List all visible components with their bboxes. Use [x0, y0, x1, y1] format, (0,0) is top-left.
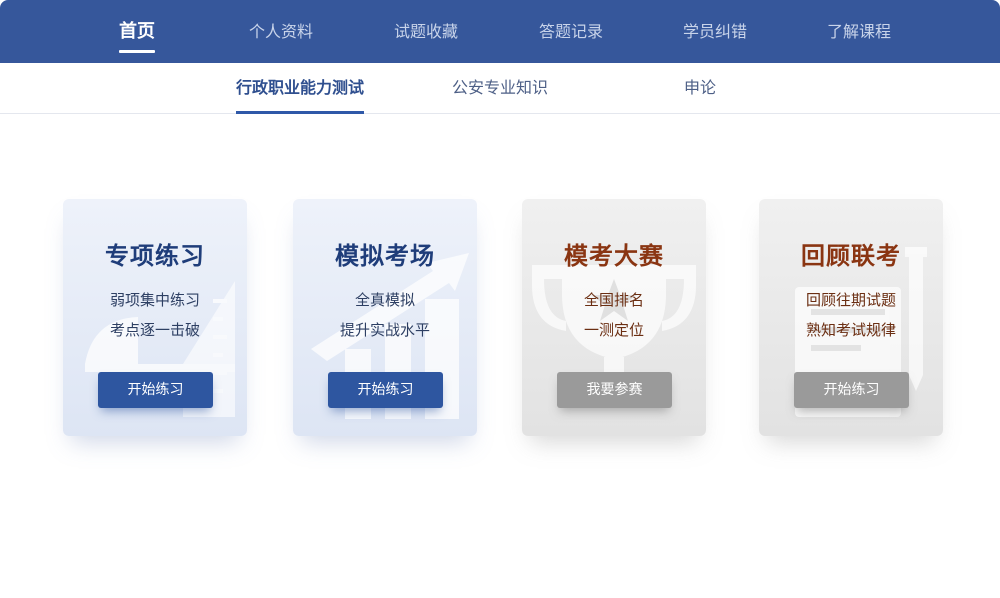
- nav-item-records[interactable]: 答题记录: [530, 0, 612, 63]
- tab-xingce[interactable]: 行政职业能力测试: [236, 63, 365, 114]
- card-review-exams[interactable]: 回顾联考 回顾往期试题 熟知考试规律 开始练习: [759, 199, 943, 436]
- active-nav-underline: [119, 50, 155, 53]
- card-title: 回顾联考: [801, 242, 901, 270]
- nav-item-corrections[interactable]: 学员纠错: [674, 0, 756, 63]
- card-mock-contest[interactable]: 模考大赛 全国排名 一测定位 我要参赛: [522, 199, 706, 436]
- card-mock-exam[interactable]: 模拟考场 全真模拟 提升实战水平 开始练习: [293, 199, 477, 436]
- tab-label: 公安专业知识: [451, 78, 548, 97]
- nav-item-courses[interactable]: 了解课程: [818, 0, 900, 63]
- card-title: 模拟考场: [335, 242, 435, 270]
- nav-item-home[interactable]: 首页: [112, 0, 162, 63]
- card-title: 模考大赛: [564, 242, 664, 270]
- nav-item-label: 首页: [119, 21, 155, 42]
- app-frame: 首页 个人资料 试题收藏 答题记录 学员纠错 了解课程 行政职业能力测试 公安专…: [0, 0, 1000, 598]
- top-nav: 首页 个人资料 试题收藏 答题记录 学员纠错 了解课程: [0, 0, 1000, 63]
- card-desc-2: 提升实战水平: [339, 321, 430, 339]
- card-desc-2: 考点逐一击破: [109, 321, 200, 339]
- nav-item-label: 试题收藏: [393, 22, 458, 41]
- card-desc-1: 弱项集中练习: [109, 291, 200, 309]
- card-desc-1: 全真模拟: [354, 291, 415, 309]
- card-desc-2: 一测定位: [583, 321, 644, 339]
- nav-item-favorites[interactable]: 试题收藏: [385, 0, 467, 63]
- card-desc-2: 熟知考试规律: [805, 321, 896, 339]
- card-title: 专项练习: [105, 242, 205, 270]
- tab-label: 申论: [683, 78, 716, 97]
- nav-item-label: 学员纠错: [682, 22, 747, 41]
- tab-shenlun[interactable]: 申论: [680, 63, 720, 113]
- card-special-practice[interactable]: 专项练习 弱项集中练习 考点逐一击破 开始练习: [63, 199, 247, 436]
- active-tab-indicator: [236, 111, 364, 114]
- tab-police-knowledge[interactable]: 公安专业知识: [451, 63, 549, 113]
- card-desc-1: 回顾往期试题: [805, 291, 896, 309]
- join-contest-button[interactable]: 我要参赛: [557, 372, 672, 408]
- tab-label: 行政职业能力测试: [236, 78, 365, 97]
- start-practice-button[interactable]: 开始练习: [794, 372, 909, 408]
- nav-item-label: 答题记录: [538, 22, 603, 41]
- start-practice-button[interactable]: 开始练习: [98, 372, 213, 408]
- start-practice-button[interactable]: 开始练习: [328, 372, 443, 408]
- nav-item-label: 个人资料: [248, 22, 313, 41]
- nav-item-profile[interactable]: 个人资料: [240, 0, 322, 63]
- card-desc-1: 全国排名: [583, 291, 644, 309]
- subject-tabs: 行政职业能力测试 公安专业知识 申论: [0, 63, 1000, 114]
- nav-item-label: 了解课程: [826, 22, 891, 41]
